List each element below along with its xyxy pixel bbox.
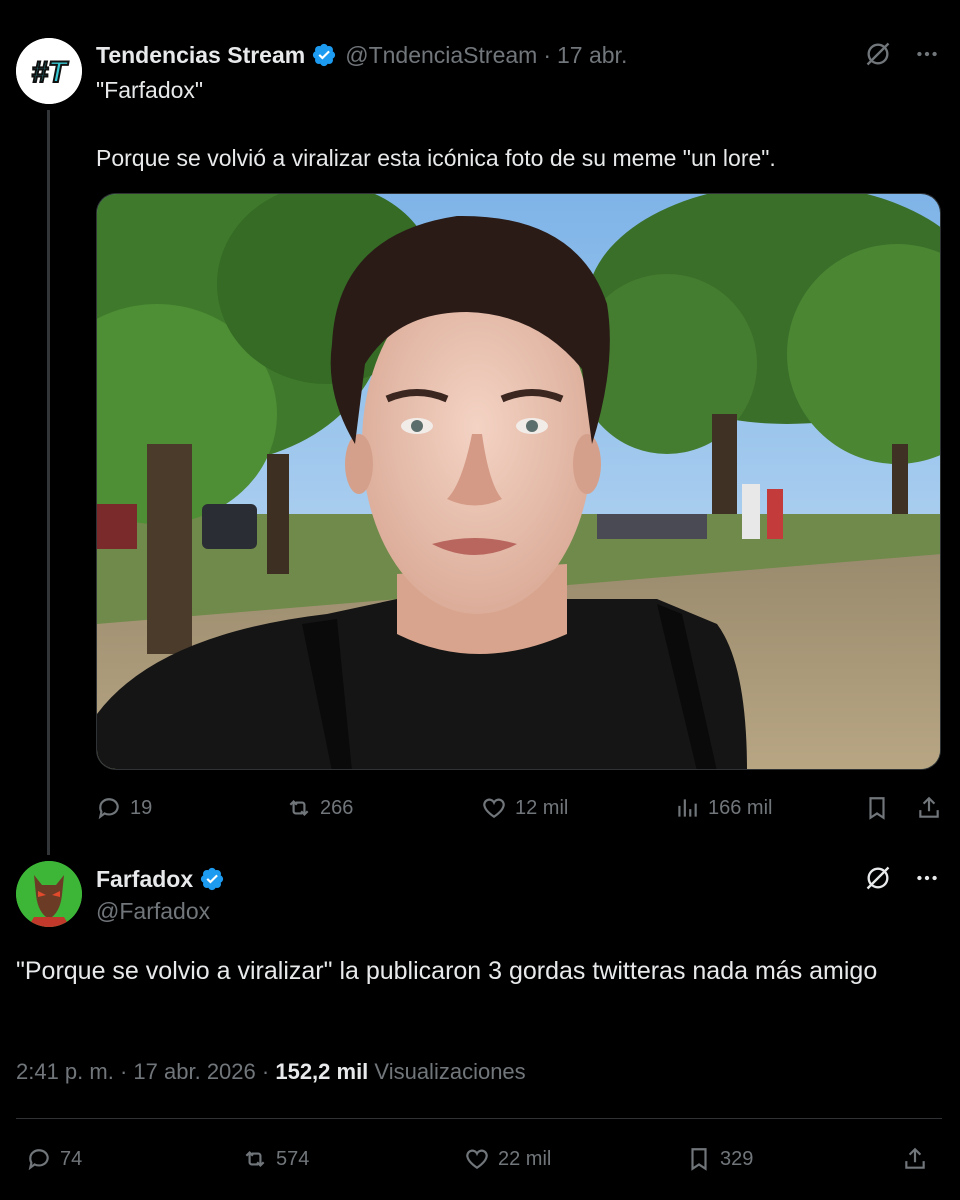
reply-count: 74: [60, 1147, 83, 1170]
reply-count: 19: [130, 796, 153, 819]
reply-icon: [28, 1149, 49, 1171]
tweet2-time[interactable]: 2:41 p. m.: [16, 1059, 114, 1084]
bookmark-icon: [691, 1148, 707, 1171]
bookmark-button[interactable]: [864, 795, 890, 821]
reply-icon: [98, 798, 119, 820]
tweet2-handle[interactable]: @Farfadox: [96, 898, 210, 925]
tweet2-action-bar: 74 574 22 mil 329: [26, 1143, 942, 1175]
like-count: 22 mil: [498, 1147, 552, 1170]
tweet2-text: "Porque se volvio a viralizar" la public…: [16, 957, 878, 985]
tweet2-header: Farfadox: [96, 864, 233, 894]
like-count: 12 mil: [515, 796, 569, 819]
tweet1-action-bar: 19 266 12 mil 166 mil: [96, 793, 941, 823]
views-button[interactable]: 166 mil: [674, 795, 772, 821]
like-icon: [483, 798, 505, 818]
avatar-farfadox[interactable]: [16, 861, 82, 927]
share-button[interactable]: [902, 1146, 928, 1172]
repost-count: 574: [276, 1147, 310, 1170]
bookmark-icon: [869, 797, 885, 820]
verified-icon[interactable]: [199, 866, 225, 892]
tweet2-views-label: Visualizaciones: [374, 1059, 526, 1084]
repost-button[interactable]: 266: [286, 795, 353, 821]
avatar-tendencias-stream[interactable]: #T: [16, 38, 82, 104]
more-icon[interactable]: [914, 41, 940, 72]
reply-button[interactable]: 19: [96, 795, 152, 821]
views-count: 166 mil: [708, 796, 773, 819]
like-icon: [466, 1149, 488, 1169]
bookmark-count: 329: [720, 1147, 754, 1170]
repost-icon: [289, 799, 309, 817]
grok-icon[interactable]: [864, 864, 892, 897]
tweet2-display-name[interactable]: Farfadox: [96, 866, 193, 893]
like-button[interactable]: 22 mil: [464, 1146, 551, 1172]
tweet2-top-actions: [864, 864, 940, 897]
avatar-logo-text: #T: [31, 56, 69, 89]
tweet2-date[interactable]: 17 abr. 2026: [133, 1059, 255, 1084]
repost-icon: [245, 1150, 265, 1168]
repost-button[interactable]: 574: [242, 1146, 309, 1172]
meta-separator: ·: [543, 41, 551, 68]
views-icon: [678, 799, 697, 817]
verified-icon[interactable]: [311, 42, 337, 68]
reply-button[interactable]: 74: [26, 1146, 82, 1172]
meta-separator: ·: [261, 1059, 270, 1084]
share-icon: [919, 796, 939, 818]
tweet1-handle[interactable]: @TndenciaStream: [345, 42, 537, 69]
tweet1-text-line2: Porque se volvió a viralizar esta icónic…: [96, 145, 776, 171]
thread-connector: [47, 110, 50, 855]
tweet1-text-line1: "Farfadox": [96, 77, 204, 103]
divider: [16, 1118, 942, 1119]
like-button[interactable]: 12 mil: [481, 795, 568, 821]
bookmark-button[interactable]: 329: [686, 1146, 753, 1172]
tweet2-views-count: 152,2 mil: [275, 1059, 369, 1084]
meta-separator: ·: [119, 1059, 128, 1084]
tweet1-media-photo[interactable]: [96, 193, 941, 770]
share-icon: [905, 1147, 925, 1169]
more-icon[interactable]: [914, 865, 940, 896]
tweet1-display-name[interactable]: Tendencias Stream: [96, 42, 305, 69]
share-button[interactable]: [916, 795, 942, 821]
tweet1-top-actions: [864, 40, 940, 73]
grok-icon[interactable]: [864, 40, 892, 73]
tweet1-date[interactable]: 17 abr.: [557, 42, 627, 69]
repost-count: 266: [320, 796, 354, 819]
tweet1-header: Tendencias Stream @TndenciaStream · 17 a…: [96, 40, 627, 70]
tweet2-meta: 2:41 p. m. · 17 abr. 2026 · 152,2 mil Vi…: [16, 1059, 526, 1085]
